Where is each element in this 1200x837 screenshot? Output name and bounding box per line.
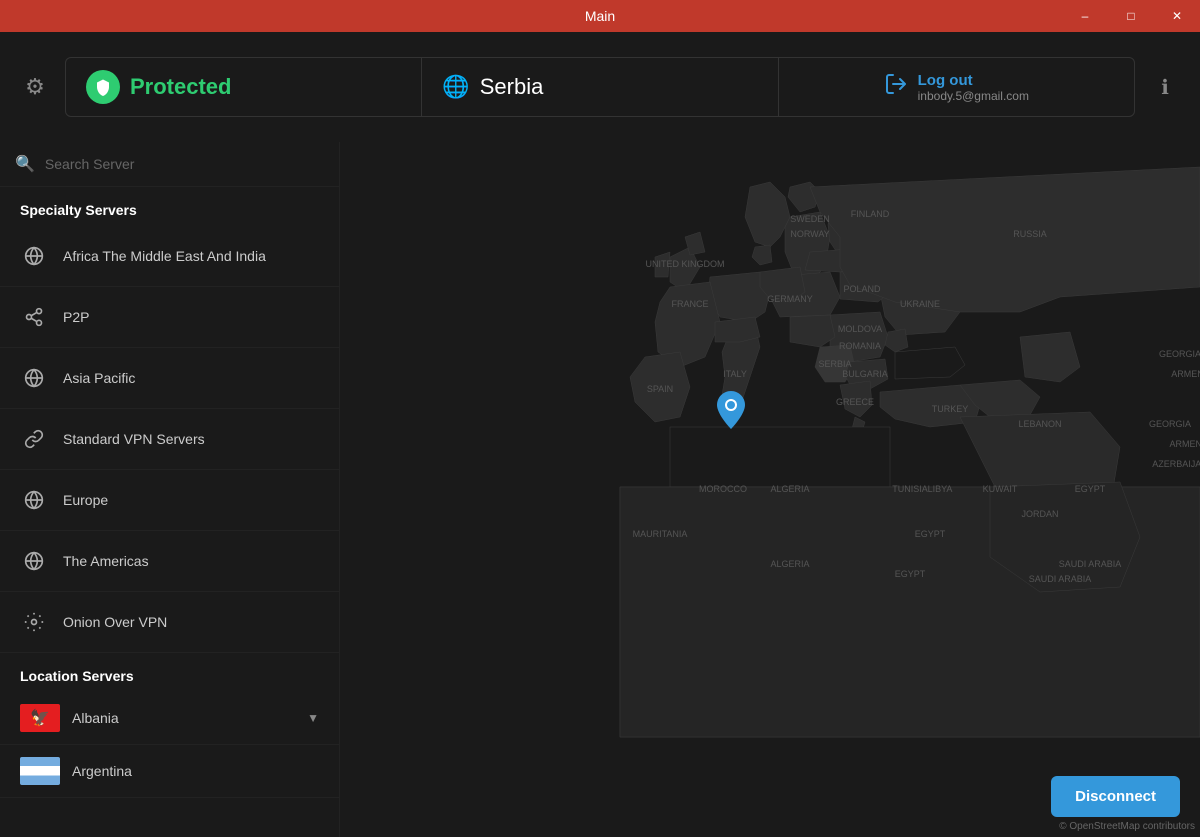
specialty-section-label: Specialty Servers [0,187,339,226]
sidebar-item-p2p[interactable]: P2P [0,287,339,348]
search-input[interactable] [45,156,324,172]
window-controls: – □ ✕ [1062,0,1200,32]
svg-text:GEORGIA: GEORGIA [1159,349,1200,359]
svg-text:MOLDOVA: MOLDOVA [838,324,882,334]
svg-text:SAUDI ARABIA: SAUDI ARABIA [1059,559,1122,569]
svg-text:NORWAY: NORWAY [790,229,829,239]
location-status: 🌐 Serbia [422,58,778,116]
albania-flag: 🦅 [20,704,60,732]
sidebar: 🔍 Specialty Servers Africa The Middle Ea… [0,142,340,837]
disconnect-button[interactable]: Disconnect [1051,776,1180,817]
svg-text:LIBYA: LIBYA [928,484,953,494]
map-credit: © OpenStreetMap contributors [1059,821,1195,832]
info-button[interactable]: ℹ [1145,67,1185,107]
standard-vpn-label: Standard VPN Servers [63,431,205,447]
svg-text:GERMANY: GERMANY [767,294,813,304]
p2p-label: P2P [63,309,89,325]
globe-icon [20,486,48,514]
logout-label: Log out [918,72,1029,89]
svg-text:JORDAN: JORDAN [1021,509,1058,519]
location-section-label: Location Servers [0,653,339,692]
sidebar-item-africa[interactable]: Africa The Middle East And India [0,226,339,287]
svg-text:FINLAND: FINLAND [851,209,890,219]
globe-icon [20,364,48,392]
logout-icon [884,72,908,102]
settings-button[interactable]: ⚙ [15,67,55,107]
svg-text:MOROCCO: MOROCCO [699,484,747,494]
sidebar-item-standard-vpn[interactable]: Standard VPN Servers [0,409,339,470]
svg-text:ALGERIA: ALGERIA [770,559,809,569]
svg-text:KUWAIT: KUWAIT [983,484,1018,494]
svg-text:LEBANON: LEBANON [1018,419,1061,429]
title-bar: Main – □ ✕ [0,0,1200,32]
share-icon [20,303,48,331]
search-bar: 🔍 [0,142,339,187]
svg-text:TUNISIA: TUNISIA [892,484,928,494]
close-button[interactable]: ✕ [1154,0,1200,32]
globe-icon [20,547,48,575]
logout-button[interactable]: Log out inbody.5@gmail.com [779,58,1134,116]
americas-label: The Americas [63,553,149,569]
protected-label: Protected [130,74,231,100]
argentina-name: Argentina [72,763,319,779]
svg-text:UNITED KINGDOM: UNITED KINGDOM [645,259,724,269]
svg-text:ROMANIA: ROMANIA [839,341,881,351]
svg-text:SWEDEN: SWEDEN [790,214,830,224]
shield-icon [86,70,120,104]
svg-text:EGYPT: EGYPT [915,529,946,539]
svg-text:MAURITANIA: MAURITANIA [633,529,688,539]
country-item-argentina[interactable]: Argentina [0,745,339,798]
svg-text:RUSSIA: RUSSIA [1013,229,1047,239]
africa-label: Africa The Middle East And India [63,248,266,264]
svg-text:ARMENIA: ARMENIA [1169,439,1200,449]
argentina-flag [20,757,60,785]
sidebar-item-onion[interactable]: Onion Over VPN [0,592,339,653]
location-pin [717,391,745,434]
albania-expand-icon: ▼ [307,711,319,725]
svg-text:GREECE: GREECE [836,397,874,407]
settings-icon: ⚙ [25,74,45,100]
svg-text:SPAIN: SPAIN [647,384,673,394]
info-icon: ℹ [1161,75,1169,100]
svg-text:EGYPT: EGYPT [1075,484,1106,494]
svg-text:UKRAINE: UKRAINE [900,299,940,309]
minimize-button[interactable]: – [1062,0,1108,32]
svg-text:ARMENIAN: ARMENIAN [1171,369,1200,379]
onion-icon [20,608,48,636]
main-layout: 🔍 Specialty Servers Africa The Middle Ea… [0,142,1200,837]
sidebar-item-europe[interactable]: Europe [0,470,339,531]
svg-text:FRANCE: FRANCE [671,299,708,309]
sidebar-item-americas[interactable]: The Americas [0,531,339,592]
logout-info: Log out inbody.5@gmail.com [918,72,1029,103]
location-label: Serbia [480,74,544,100]
svg-text:EGYPT: EGYPT [895,569,926,579]
globe-icon [20,242,48,270]
svg-text:ITALY: ITALY [723,369,747,379]
country-item-albania[interactable]: 🦅 Albania ▼ [0,692,339,745]
svg-text:GEORGIA: GEORGIA [1149,419,1191,429]
svg-text:TURKEY: TURKEY [932,404,969,414]
app-title: Main [585,8,615,24]
svg-text:AZERBAIJAN: AZERBAIJAN [1152,459,1200,469]
svg-text:POLAND: POLAND [843,284,881,294]
sidebar-item-asia-pacific[interactable]: Asia Pacific [0,348,339,409]
europe-label: Europe [63,492,108,508]
search-icon: 🔍 [15,154,35,174]
status-bar: Protected 🌐 Serbia Log out inbody.5@gmai… [65,57,1135,117]
vpn-icon [20,425,48,453]
header: ⚙ Protected 🌐 Serbia Log out [0,32,1200,142]
svg-text:BULGARIA: BULGARIA [842,369,888,379]
map-area: RUSSIA SWEDEN FINLAND UNITED KINGDOM FRA… [340,142,1200,837]
svg-text:SERBIA: SERBIA [818,359,851,369]
asia-pacific-label: Asia Pacific [63,370,135,386]
user-email: inbody.5@gmail.com [918,89,1029,103]
svg-text:ALGERIA: ALGERIA [770,484,809,494]
onion-label: Onion Over VPN [63,614,167,630]
maximize-button[interactable]: □ [1108,0,1154,32]
svg-text:SAUDI ARABIA: SAUDI ARABIA [1029,574,1092,584]
albania-name: Albania [72,710,295,726]
map-container: RUSSIA SWEDEN FINLAND UNITED KINGDOM FRA… [340,142,1200,837]
protected-status: Protected [66,58,422,116]
globe-icon: 🌐 [442,74,469,100]
